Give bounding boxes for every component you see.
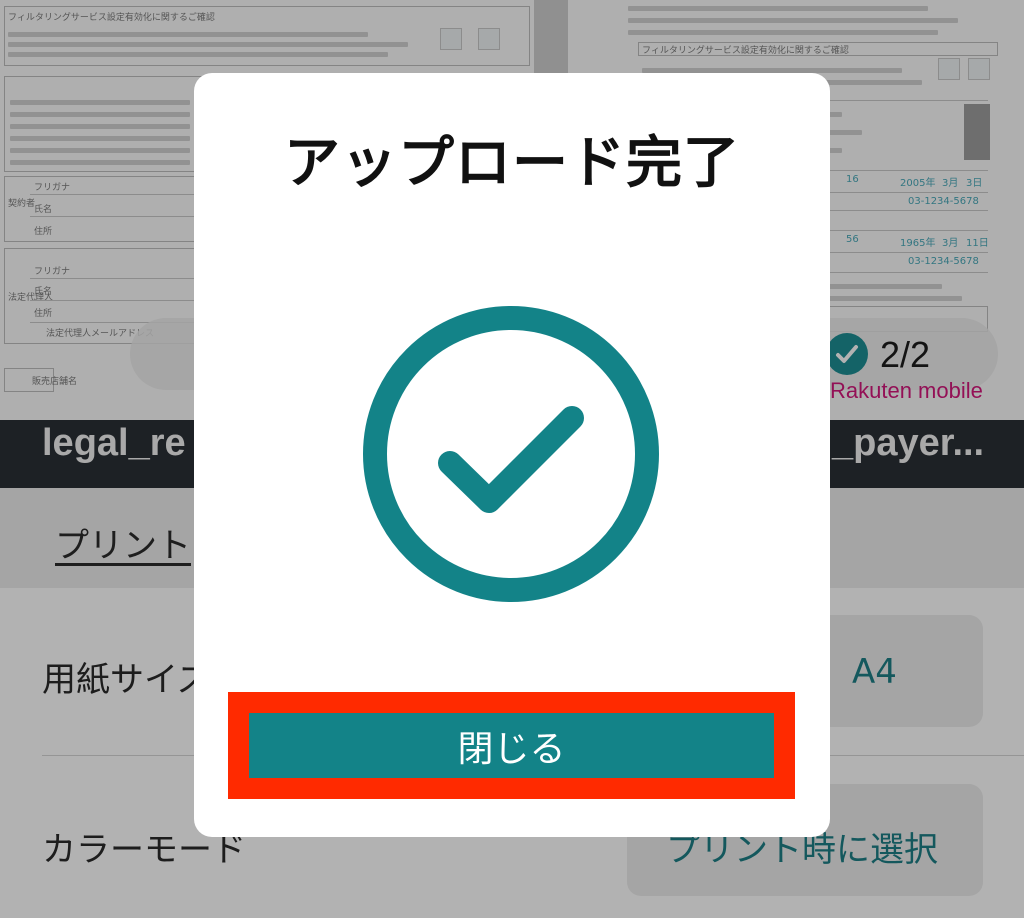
close-button[interactable]: 閉じる [249,713,774,778]
dialog-title: アップロード完了 [284,131,740,196]
check-circle-icon [362,305,660,603]
